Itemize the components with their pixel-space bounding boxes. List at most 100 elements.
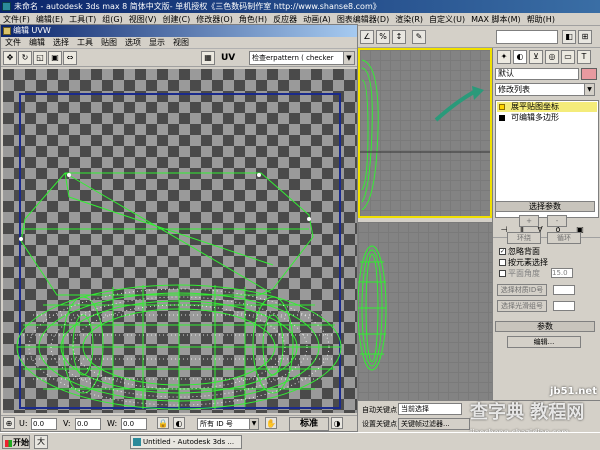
w-field[interactable]: 0.0 bbox=[121, 418, 147, 430]
smooth-group-spinner[interactable] bbox=[553, 301, 575, 311]
loop-button[interactable]: 循环 bbox=[547, 232, 581, 244]
pan-icon[interactable]: ✋ bbox=[265, 417, 277, 429]
rotate-icon[interactable]: ↻ bbox=[18, 51, 32, 65]
select-by-element-checkbox[interactable]: 按元素选择 bbox=[499, 258, 548, 268]
uv-menu-options[interactable]: 选项 bbox=[121, 37, 145, 49]
v-field[interactable]: 0.0 bbox=[75, 418, 101, 430]
lock-icon[interactable]: ⊕ bbox=[3, 417, 15, 429]
edit-button[interactable]: 编辑... bbox=[507, 336, 581, 348]
uv-editor-toolbar: ✥ ↻ ◱ ▣ ⇔ ▦ UV 检查erpattern ( checker ▼ bbox=[1, 49, 357, 67]
stack-item-label: 可编辑多边形 bbox=[511, 113, 559, 122]
ignore-backfacing-label: 忽略背面 bbox=[508, 247, 540, 256]
v-label: V: bbox=[63, 419, 71, 428]
uv-editing-canvas[interactable] bbox=[3, 69, 357, 413]
viewport-secondary[interactable] bbox=[358, 222, 492, 400]
planar-angle-checkbox[interactable]: 平面角度 bbox=[499, 269, 540, 279]
viewport-mesh-top bbox=[360, 59, 490, 211]
parameters-rollout-header[interactable]: 参数 bbox=[495, 321, 595, 332]
uv-menu-edit[interactable]: 编辑 bbox=[25, 37, 49, 49]
menu-help[interactable]: 帮助(H) bbox=[524, 13, 558, 25]
angle-snap-icon[interactable]: ∠ bbox=[360, 30, 374, 44]
max-app-icon bbox=[2, 2, 11, 11]
planar-angle-label: 平面角度 bbox=[508, 269, 540, 278]
align-icon[interactable]: ⊞ bbox=[578, 30, 592, 44]
quick-launch-icon[interactable]: 大 bbox=[34, 435, 48, 449]
menu-maxscript[interactable]: MAX 脚本(M) bbox=[468, 13, 524, 25]
edit-uvw-window: 编辑 UVW 文件 编辑 选择 工具 贴图 选项 显示 视图 ✥ ↻ ◱ ▣ ⇔ ▦ UV 检… bbox=[0, 24, 358, 432]
taskbar: 开始 大 Untitled - Autodesk 3ds ... bbox=[0, 432, 600, 450]
start-button[interactable]: 开始 bbox=[2, 435, 30, 449]
hide-icon[interactable]: ◐ bbox=[173, 417, 185, 429]
stack-bullet-icon bbox=[499, 115, 505, 121]
move-icon[interactable]: ✥ bbox=[3, 51, 17, 65]
set-key-label: 设置关键点 bbox=[362, 420, 397, 428]
show-map-icon[interactable]: ▦ bbox=[201, 51, 215, 65]
uv-editor-title-bar: 编辑 UVW bbox=[1, 25, 357, 37]
main-title-bar: 未命名 - autodesk 3ds max 8 简体中文版- 单机授权《三色数… bbox=[0, 0, 600, 13]
shrink-button[interactable]: - bbox=[547, 215, 567, 227]
utilities-tab-icon[interactable]: T bbox=[577, 50, 591, 64]
stack-item-unwrap-uvw[interactable]: 展平贴图坐标 bbox=[497, 102, 597, 112]
u-field[interactable]: 0.0 bbox=[31, 418, 57, 430]
selection-rollout-header[interactable]: 选择参数 bbox=[495, 201, 595, 212]
spinner-snap-icon[interactable]: ↕ bbox=[392, 30, 406, 44]
lock-selected-icon[interactable]: 🔒 bbox=[157, 417, 169, 429]
select-mat-id-button[interactable]: 选择材质ID号 bbox=[497, 284, 547, 296]
uv-menu-mapping[interactable]: 贴图 bbox=[97, 37, 121, 49]
uv-menu-file[interactable]: 文件 bbox=[1, 37, 25, 49]
uv-editor-title: 编辑 UVW bbox=[13, 26, 51, 35]
start-label: 开始 bbox=[13, 438, 29, 447]
main-toolbar: ∠ % ↕ ✎ ◧ ⊞ bbox=[356, 26, 600, 48]
scale-icon[interactable]: ◱ bbox=[33, 51, 47, 65]
mat-id-spinner[interactable] bbox=[553, 285, 575, 295]
chevron-down-icon: ▼ bbox=[249, 419, 258, 429]
percent-snap-icon[interactable]: % bbox=[376, 30, 390, 44]
material-id-dropdown[interactable]: 所有 ID 号 ▼ bbox=[197, 418, 259, 430]
modifier-list-dropdown[interactable]: 修改列表 ▼ bbox=[495, 83, 595, 96]
uv-menu-display[interactable]: 显示 bbox=[145, 37, 169, 49]
modify-tab-icon[interactable]: ◐ bbox=[513, 50, 527, 64]
taskbar-item-label: Untitled - Autodesk 3ds ... bbox=[143, 438, 235, 446]
object-color-swatch[interactable] bbox=[581, 68, 597, 80]
modifier-list-label: 修改列表 bbox=[498, 85, 530, 94]
ring-button[interactable]: 环绕 bbox=[507, 232, 541, 244]
uv-menu-tools[interactable]: 工具 bbox=[73, 37, 97, 49]
app-window: 未命名 - autodesk 3ds max 8 简体中文版- 单机授权《三色数… bbox=[0, 0, 600, 450]
create-tab-icon[interactable]: ✦ bbox=[497, 50, 511, 64]
uv-cluster-bottom bbox=[16, 284, 342, 410]
ignore-backfacing-checkbox[interactable]: ✓ 忽略背面 bbox=[499, 247, 540, 257]
material-id-value: 所有 ID 号 bbox=[200, 420, 233, 428]
menu-customize[interactable]: 自定义(U) bbox=[426, 13, 468, 25]
uv-menu-select[interactable]: 选择 bbox=[49, 37, 73, 49]
main-title-text: 未命名 - autodesk 3ds max 8 简体中文版- 单机授权《三色数… bbox=[14, 2, 381, 11]
display-tab-icon[interactable]: ▭ bbox=[561, 50, 575, 64]
hierarchy-tab-icon[interactable]: ⊻ bbox=[529, 50, 543, 64]
viewport-active[interactable] bbox=[358, 48, 492, 218]
lightbulb-icon[interactable] bbox=[499, 104, 505, 110]
motion-tab-icon[interactable]: ◎ bbox=[545, 50, 559, 64]
uv-cluster-top bbox=[19, 172, 314, 296]
w-label: W: bbox=[107, 419, 118, 428]
command-panel-tabs: ✦ ◐ ⊻ ◎ ▭ T bbox=[493, 48, 600, 66]
planar-angle-spinner[interactable]: 15.0 bbox=[551, 268, 573, 278]
taskbar-item-3dsmax[interactable]: Untitled - Autodesk 3ds ... bbox=[130, 435, 242, 449]
named-selection-dropdown[interactable] bbox=[496, 30, 558, 44]
object-name-field[interactable]: 默认 bbox=[495, 68, 579, 80]
stack-item-editable-poly[interactable]: 可编辑多边形 bbox=[497, 113, 597, 123]
selection-set-dropdown[interactable]: 当前选择 bbox=[398, 403, 462, 415]
uv-mesh-wireframe bbox=[16, 172, 342, 410]
grow-button[interactable]: + bbox=[519, 215, 539, 227]
key-filters-button[interactable]: 关键帧过滤器... bbox=[398, 418, 470, 430]
select-smooth-group-button[interactable]: 选择光滑组号 bbox=[497, 300, 547, 312]
watermark-main: 查字典 教程网 bbox=[470, 402, 585, 423]
named-sets-icon[interactable]: ✎ bbox=[412, 30, 426, 44]
mirror-uv-icon[interactable]: ⇔ bbox=[63, 51, 77, 65]
uv-menu-view[interactable]: 视图 bbox=[169, 37, 193, 49]
menu-rendering[interactable]: 渲染(R) bbox=[392, 13, 426, 25]
freeform-icon[interactable]: ▣ bbox=[48, 51, 62, 65]
mirror-icon[interactable]: ◧ bbox=[562, 30, 576, 44]
texture-dropdown[interactable]: 检查erpattern ( checker ▼ bbox=[249, 51, 355, 65]
standard-button[interactable]: 标准 bbox=[289, 417, 329, 431]
uv-editor-menubar: 文件 编辑 选择 工具 贴图 选项 显示 视图 bbox=[1, 37, 357, 49]
zoom-icon[interactable]: ◑ bbox=[331, 417, 343, 429]
